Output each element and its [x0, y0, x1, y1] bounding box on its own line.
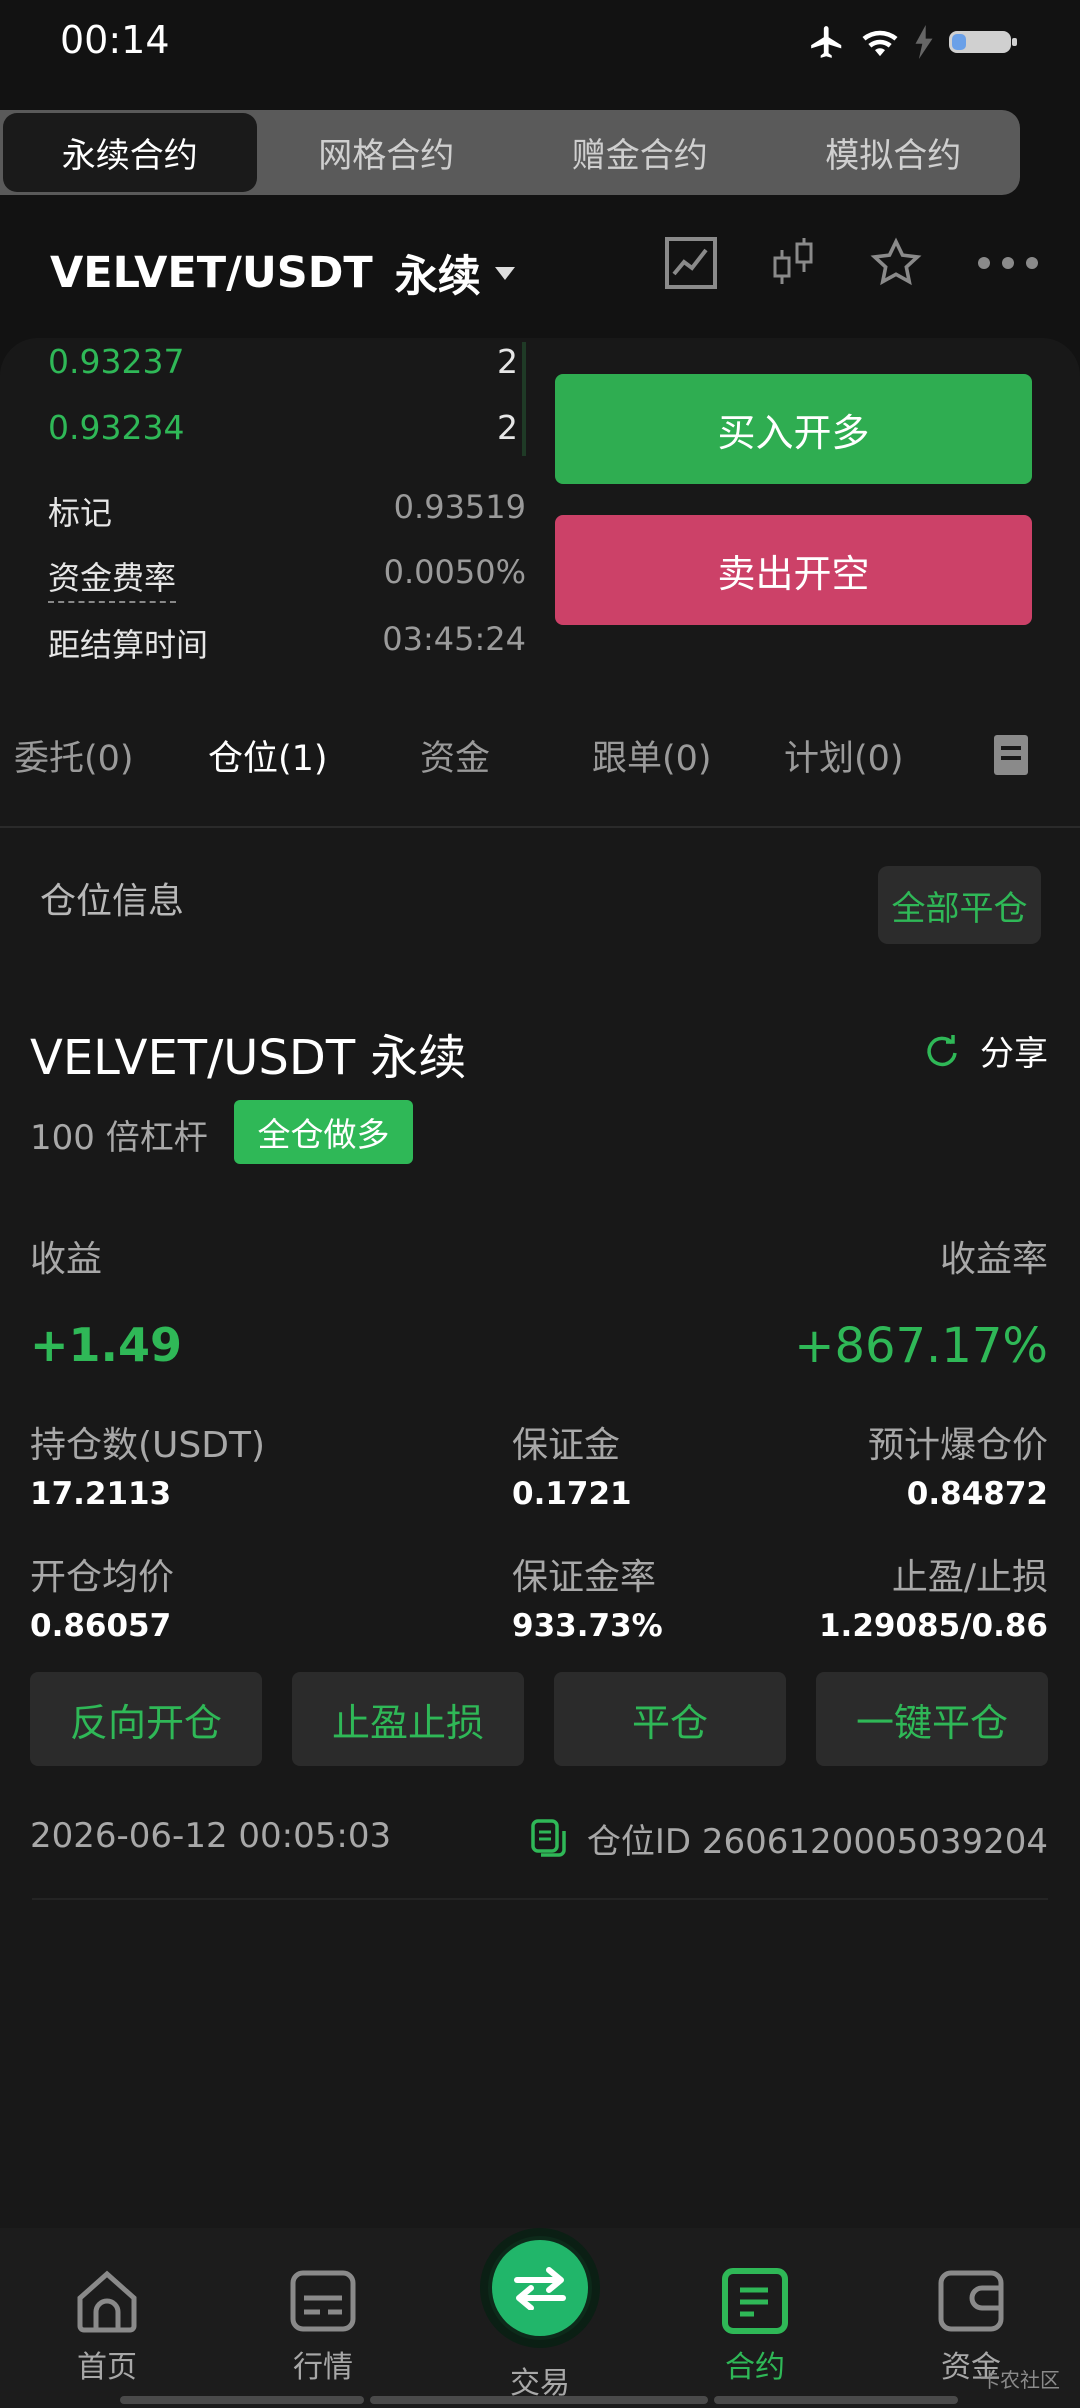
seg-bonus[interactable]: 赠金合约 [513, 110, 767, 195]
funding-rate-row[interactable]: 资金费率 0.0050% [48, 553, 526, 603]
home-indicator [370, 2396, 708, 2404]
entry-value: 0.86057 [30, 1608, 172, 1644]
market-icon [290, 2270, 356, 2332]
seg-demo[interactable]: 模拟合约 [767, 110, 1021, 195]
sell-short-button[interactable]: 卖出开空 [555, 515, 1032, 625]
mark-price-row: 标记 0.93519 [48, 488, 526, 534]
tab-assets[interactable]: 资金 [420, 730, 490, 781]
battery-icon [949, 31, 1017, 53]
settlement-row: 距结算时间 03:45:24 [48, 620, 526, 666]
wallet-icon [938, 2270, 1004, 2332]
swap-arrows-icon [514, 2267, 566, 2310]
share-label: 分享 [980, 1034, 1048, 1074]
tab-positions[interactable]: 仓位(1) [208, 730, 328, 781]
star-icon[interactable] [868, 236, 924, 290]
reverse-open-button[interactable]: 反向开仓 [30, 1672, 262, 1766]
nav-contract-label: 合约 [725, 2350, 785, 2385]
position-title: VELVET/USDT 永续 [30, 1030, 467, 1086]
size-label: 持仓数(USDT) [30, 1425, 266, 1466]
pnl-value: +1.49 [30, 1318, 183, 1372]
position-timestamp: 2026-06-12 00:05:03 [30, 1816, 392, 1856]
pnl-label: 收益 [30, 1239, 103, 1280]
orderbook-qty: 2 [497, 408, 518, 447]
orderbook-price: 0.93237 [48, 342, 185, 381]
funding-label: 资金费率 [48, 553, 177, 603]
position-divider [32, 1898, 1048, 1900]
close-all-button[interactable]: 全部平仓 [878, 866, 1041, 944]
orderbook-row[interactable]: 0.93237 2 [48, 342, 518, 381]
position-id-text: 仓位ID 2606120005039204 [586, 1822, 1048, 1862]
roi-value: +867.17% [794, 1318, 1048, 1374]
watermark: 卡农社区 [980, 2368, 1060, 2392]
status-time: 00:14 [60, 18, 170, 62]
settle-label: 距结算时间 [48, 626, 209, 664]
document-list-icon[interactable] [993, 734, 1029, 776]
nav-market-label: 行情 [293, 2350, 353, 2385]
share-button[interactable]: 分享 [922, 1026, 1048, 1075]
close-position-button[interactable]: 平仓 [554, 1672, 786, 1766]
wifi-icon [862, 30, 898, 57]
section-title: 仓位信息 [40, 881, 185, 922]
nav-home[interactable]: 首页 [32, 2268, 182, 2386]
roi-label: 收益率 [939, 1239, 1048, 1280]
seg-grid[interactable]: 网格合约 [260, 110, 514, 195]
position-id[interactable]: 仓位ID 2606120005039204 [529, 1814, 1048, 1863]
position-side-badge: 全仓做多 [234, 1100, 413, 1164]
mark-label: 标记 [48, 494, 113, 532]
trade-fab[interactable] [480, 2228, 600, 2348]
status-icons [808, 22, 1018, 62]
caret-down-icon [494, 266, 515, 280]
margin-ratio-label: 保证金率 [512, 1557, 657, 1598]
margin-ratio-value: 933.73% [512, 1608, 663, 1644]
orderbook-price: 0.93234 [48, 408, 185, 447]
tpsl-value: 1.29085/0.86 [818, 1608, 1048, 1644]
buy-long-button[interactable]: 买入开多 [555, 374, 1032, 484]
nav-market[interactable]: 行情 [248, 2268, 398, 2386]
contract-icon [722, 2268, 788, 2334]
one-click-close-button[interactable]: 一键平仓 [816, 1672, 1048, 1766]
mark-value: 0.93519 [393, 488, 526, 526]
settle-value: 03:45:24 [382, 620, 526, 658]
pair-selector[interactable]: VELVET/USDT 永续 [50, 242, 515, 304]
pair-type: 永续 [394, 252, 481, 302]
margin-value: 0.1721 [512, 1476, 632, 1512]
more-icon[interactable] [976, 253, 1040, 273]
tabs-divider [0, 826, 1080, 828]
leverage-label: 100 倍杠杆 [30, 1118, 208, 1158]
pair-name: VELVET/USDT [50, 248, 373, 298]
margin-label: 保证金 [512, 1425, 621, 1466]
candlestick-icon[interactable] [770, 236, 816, 290]
refresh-icon [927, 1034, 957, 1066]
orderbook-qty: 2 [497, 342, 518, 381]
header-actions [664, 236, 1040, 290]
orderbook-depth-bar [522, 342, 526, 456]
fab-inner [492, 2240, 588, 2336]
funding-value: 0.0050% [383, 553, 526, 591]
tab-orders[interactable]: 委托(0) [14, 730, 134, 781]
home-indicator [120, 2396, 364, 2404]
size-value: 17.2113 [30, 1476, 172, 1512]
liq-value: 0.84872 [906, 1476, 1048, 1512]
tp-sl-button[interactable]: 止盈止损 [292, 1672, 524, 1766]
nav-home-label: 首页 [77, 2350, 137, 2385]
airplane-icon [811, 26, 842, 58]
order-tabs: 委托(0) 仓位(1) 资金 跟单(0) 计划(0) [0, 730, 1080, 830]
entry-label: 开仓均价 [30, 1557, 175, 1598]
contract-type-tabs: 永续合约 网格合约 赠金合约 模拟合约 [0, 110, 1020, 195]
bolt-icon [915, 25, 933, 59]
line-chart-icon[interactable] [664, 236, 718, 290]
orderbook-row[interactable]: 0.93234 2 [48, 408, 518, 447]
tab-plans[interactable]: 计划(0) [784, 730, 904, 781]
liq-label: 预计爆仓价 [867, 1425, 1048, 1466]
home-indicator [714, 2396, 958, 2404]
copy-icon [531, 1818, 566, 1857]
tab-copy-trade[interactable]: 跟单(0) [592, 730, 712, 781]
home-icon [77, 2270, 137, 2333]
nav-contract[interactable]: 合约 [680, 2268, 830, 2386]
seg-perpetual[interactable]: 永续合约 [3, 113, 257, 192]
tpsl-label: 止盈/止损 [891, 1557, 1048, 1598]
